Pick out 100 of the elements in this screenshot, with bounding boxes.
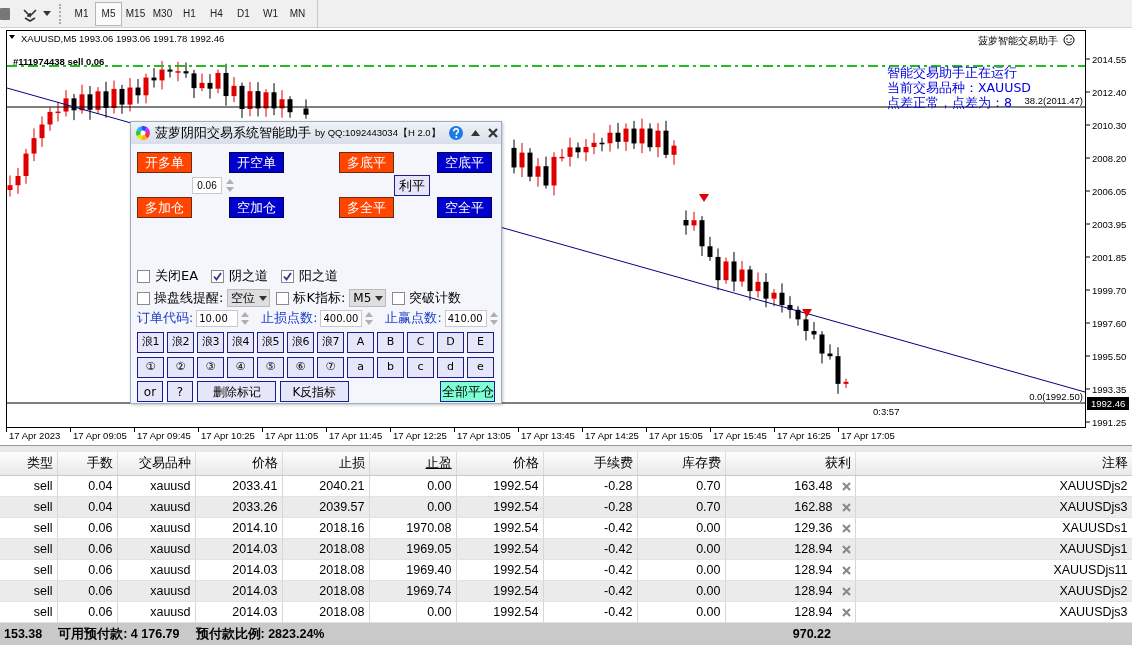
checkbox-label[interactable]: 阳之道 xyxy=(299,266,339,286)
mark-button[interactable]: ⑥ xyxy=(287,357,314,378)
close-icon[interactable] xyxy=(487,128,498,138)
tool-button[interactable]: 删除标记 xyxy=(197,381,276,402)
column-header[interactable]: 止损 xyxy=(282,452,369,475)
timeframe-button[interactable]: M5 xyxy=(95,1,122,26)
caret-icon[interactable] xyxy=(9,35,15,39)
number-field[interactable]: 410.00 xyxy=(444,309,487,327)
column-header[interactable]: 价格 xyxy=(195,452,282,475)
mark-button[interactable]: 浪5 xyxy=(257,332,284,353)
help-icon[interactable] xyxy=(448,126,463,140)
table-cell: sell xyxy=(0,517,57,538)
price-tick-label: 1993.35 xyxy=(1092,383,1127,395)
spin-arrows-icon[interactable] xyxy=(226,178,234,192)
mark-button[interactable]: D xyxy=(437,332,464,353)
column-header[interactable]: 交易品种 xyxy=(117,452,195,475)
mark-button[interactable]: 浪7 xyxy=(317,332,344,353)
table-cell: 128.94 xyxy=(794,562,833,577)
timeframe-button[interactable]: M15 xyxy=(122,1,149,26)
spin-arrows-icon[interactable] xyxy=(365,311,374,325)
trade-button[interactable]: 空全平 xyxy=(437,197,492,218)
column-header[interactable]: 价格 xyxy=(456,452,543,475)
number-field[interactable]: 400.00 xyxy=(320,309,363,327)
checkbox-label[interactable]: 标K指标: xyxy=(293,288,346,308)
candlestick xyxy=(103,81,109,119)
mark-button[interactable]: ⑤ xyxy=(257,357,284,378)
mark-button[interactable]: 浪6 xyxy=(287,332,314,353)
column-header[interactable]: 手数 xyxy=(57,452,117,475)
checkbox[interactable] xyxy=(276,291,290,305)
candlestick xyxy=(779,282,785,314)
timeframe-button[interactable]: H4 xyxy=(203,1,230,26)
candlestick xyxy=(255,81,261,117)
mark-button[interactable]: ④ xyxy=(227,357,254,378)
checkbox-label[interactable]: 操盘线提醒: xyxy=(154,288,224,308)
timeframe-button[interactable]: H1 xyxy=(176,1,203,26)
checkbox-label[interactable]: 关闭EA xyxy=(155,266,199,286)
spin-arrows-icon[interactable] xyxy=(241,311,250,325)
mark-button[interactable]: 浪3 xyxy=(197,332,224,353)
table-cell: 2014.03 xyxy=(195,559,282,580)
timeframe-button[interactable]: MN xyxy=(284,1,311,26)
candlestick xyxy=(231,76,237,103)
table-cell: sell xyxy=(0,601,57,622)
mark-button[interactable]: B xyxy=(377,332,404,353)
mark-button[interactable]: ⑦ xyxy=(317,357,344,378)
dropdown[interactable]: M5 xyxy=(349,289,387,307)
candlestick xyxy=(787,295,793,320)
column-header[interactable]: 止盈 xyxy=(369,452,456,475)
mark-button[interactable]: A xyxy=(347,332,374,353)
square-icon[interactable] xyxy=(0,7,10,20)
table-cell: xauusd xyxy=(117,559,195,580)
dropdown[interactable]: 空位 xyxy=(227,289,271,307)
spin-arrows-icon[interactable] xyxy=(489,311,498,325)
tool-button[interactable]: K反指标 xyxy=(280,381,349,402)
column-header[interactable]: 库存费 xyxy=(637,452,725,475)
timeframe-button[interactable]: W1 xyxy=(257,1,284,26)
checkbox[interactable] xyxy=(281,269,295,283)
checkbox[interactable] xyxy=(392,291,406,305)
table-cell: 0.00 xyxy=(369,601,456,622)
table-cell: 0.06 xyxy=(57,517,117,538)
tool-button[interactable]: 全部平仓 xyxy=(440,381,495,402)
column-header[interactable]: 获利 xyxy=(725,452,855,475)
mark-button[interactable]: e xyxy=(467,357,494,378)
caret-icon[interactable] xyxy=(43,11,51,16)
tool-button[interactable]: or xyxy=(137,381,163,402)
mark-button[interactable]: 浪1 xyxy=(137,332,164,353)
column-header[interactable]: 注释 xyxy=(855,452,1132,475)
time-label: 17 Apr 15:05 xyxy=(649,430,703,441)
profit-close-button[interactable]: 利平 xyxy=(394,174,430,196)
mark-button[interactable]: C xyxy=(407,332,434,353)
checkbox-label[interactable]: 突破计数 xyxy=(409,288,462,308)
checkbox[interactable] xyxy=(211,269,225,283)
splitter-bar[interactable] xyxy=(0,445,1132,452)
table-cell: sell xyxy=(0,475,57,496)
trade-button[interactable]: 空加仓 xyxy=(229,197,284,218)
mark-button[interactable]: b xyxy=(377,357,404,378)
trade-button[interactable]: 开空单 xyxy=(229,152,284,173)
number-field[interactable]: 10.00 xyxy=(196,309,239,327)
mark-button[interactable]: ③ xyxy=(197,357,224,378)
timeframe-button[interactable]: M30 xyxy=(149,1,176,26)
candlestick xyxy=(631,120,637,150)
collapse-icon[interactable] xyxy=(470,130,480,136)
timeframe-button[interactable]: D1 xyxy=(230,1,257,26)
trade-button[interactable]: 空底平 xyxy=(437,152,492,173)
checkbox[interactable] xyxy=(137,291,150,305)
mark-button[interactable]: ① xyxy=(137,357,164,378)
column-header[interactable]: 类型 xyxy=(0,452,57,475)
mark-button[interactable]: 浪2 xyxy=(167,332,194,353)
lot-field[interactable]: 0.06 xyxy=(192,176,222,194)
candlestick xyxy=(175,61,181,82)
tool-button[interactable]: ? xyxy=(167,381,193,402)
mark-button[interactable]: c xyxy=(407,357,434,378)
checkbox[interactable] xyxy=(137,269,150,283)
checkbox-label[interactable]: 阴之道 xyxy=(229,266,269,286)
mark-button[interactable]: ② xyxy=(167,357,194,378)
mark-button[interactable]: E xyxy=(467,332,494,353)
column-header[interactable]: 手续费 xyxy=(543,452,637,475)
mark-button[interactable]: d xyxy=(437,357,464,378)
mark-button[interactable]: a xyxy=(347,357,374,378)
timeframe-button[interactable]: M1 xyxy=(68,1,95,26)
mark-button[interactable]: 浪4 xyxy=(227,332,254,353)
